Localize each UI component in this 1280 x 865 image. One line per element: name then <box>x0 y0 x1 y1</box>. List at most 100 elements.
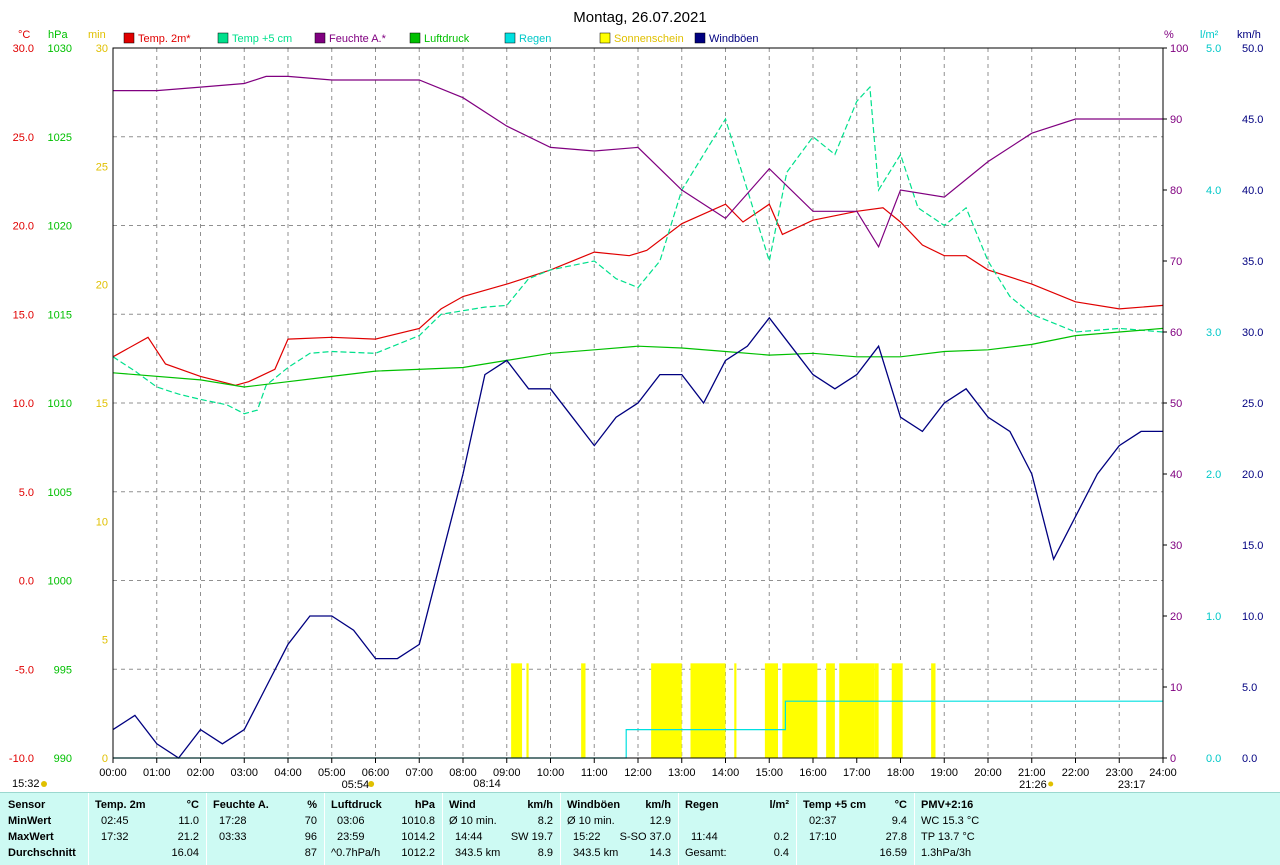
time-tick: 19:00 <box>930 767 958 779</box>
pressure-min-value: 1010.8 <box>401 815 435 827</box>
temp-unit-label: °C <box>18 29 30 41</box>
humidity-max-value: 96 <box>304 831 317 843</box>
wind-tick: 0.0 <box>1242 753 1257 765</box>
humidity-tick: 20 <box>1170 611 1182 623</box>
pressure-tick: 1000 <box>48 576 72 588</box>
wind-tick: 10.0 <box>1242 611 1263 623</box>
wind-avg-value: 8.9 <box>537 847 553 859</box>
temp5-min-time: 02:37 <box>809 815 837 827</box>
temp-max-value: 21.2 <box>177 831 199 843</box>
humidity-tick: 0 <box>1170 753 1176 765</box>
time-tick: 10:00 <box>537 767 565 779</box>
wind-tick: 5.0 <box>1242 682 1257 694</box>
sunset-label: 21:26 <box>1019 779 1047 791</box>
pressure-min-time: 03:06 <box>337 815 365 827</box>
pressure-tick: 1025 <box>48 132 72 144</box>
rain-tick: 5.0 <box>1206 43 1221 55</box>
humidity-tick: 70 <box>1170 256 1182 268</box>
legend-swatch <box>504 32 516 44</box>
pressure-avg-value: 1012.2 <box>401 847 435 859</box>
pressure-tick: 995 <box>54 664 72 676</box>
row-max-label: MaxWert <box>8 831 54 843</box>
gust-avg10-value: 12.9 <box>649 815 671 827</box>
rain-unit-label: l/m² <box>1200 29 1219 41</box>
temp-tick: 0.0 <box>19 576 34 588</box>
humidity-tick: 60 <box>1170 327 1182 339</box>
rain-tick: 4.0 <box>1206 185 1221 197</box>
rain-tick: 0.0 <box>1206 753 1221 765</box>
pressure-tick: 1010 <box>48 398 72 410</box>
gust-distance: 343.5 km <box>573 847 619 859</box>
temp-tick: 30.0 <box>13 43 34 55</box>
sunshine-bar <box>581 663 586 758</box>
sunshine-bar <box>891 663 903 758</box>
sunrise-label: 05:54 <box>342 779 370 791</box>
left-time-label: 15:32 <box>12 778 40 790</box>
wind-unit: km/h <box>527 799 553 811</box>
statistics-table: Sensor MinWert MaxWert Durchschnitt Temp… <box>0 792 1280 865</box>
humidity-tick: 40 <box>1170 469 1182 481</box>
pmv-pressure-trend: 1.3hPa/3h <box>921 847 972 859</box>
stats-col-rain: Regen l/m² 11:44 0.2 Gesamt: 0.4 <box>678 793 797 865</box>
wind-tick: 40.0 <box>1242 185 1263 197</box>
legend-label: Regen <box>519 33 551 45</box>
temp5-unit: °C <box>894 799 907 811</box>
legend-label: Sonnenschein <box>614 33 684 45</box>
time-tick: 21:00 <box>1018 767 1046 779</box>
time-tick: 05:00 <box>318 767 346 779</box>
stats-col-temp: Temp. 2m °C 02:45 11.0 17:32 21.2 16.04 <box>88 793 207 865</box>
rain-event-label: 23:17 <box>1118 779 1146 791</box>
temp-max-time: 17:32 <box>101 831 129 843</box>
legend: Temp. 2m* Temp +5 cm Feuchte A.* Luftdruck R… <box>123 32 759 45</box>
sunrise-icon <box>368 781 375 787</box>
sun-tick: 25 <box>96 161 108 173</box>
legend-swatch <box>314 32 326 44</box>
humidity-max-time: 03:33 <box>219 831 247 843</box>
sunshine-bar <box>764 663 778 758</box>
pressure-tick: 1015 <box>48 309 72 321</box>
stats-col-wind: Wind km/h Ø 10 min. 8.2 14:44 SW 19.7 343.5… <box>442 793 561 865</box>
rain-header: Regen <box>685 799 719 811</box>
sunshine-bar <box>782 663 818 758</box>
temp5-max-time: 17:10 <box>809 831 837 843</box>
sun-tick: 20 <box>96 280 108 292</box>
sensor-header: Sensor <box>8 799 46 811</box>
rain-tick: 3.0 <box>1206 327 1221 339</box>
wind-tick: 15.0 <box>1242 540 1263 552</box>
sunshine-bar <box>826 663 835 758</box>
sunshine-bar <box>511 663 523 758</box>
time-tick: 03:00 <box>230 767 258 779</box>
legend-label: Feuchte A.* <box>329 33 387 45</box>
humidity-tick: 90 <box>1170 114 1182 126</box>
chart-title: Montag, 26.07.2021 <box>573 9 706 26</box>
time-tick: 18:00 <box>887 767 915 779</box>
temp-tick: 20.0 <box>13 221 34 233</box>
sun-marker-icon <box>41 781 47 787</box>
rain-total-label: Gesamt: <box>685 847 727 859</box>
wind-tick: 25.0 <box>1242 398 1263 410</box>
legend-swatch <box>694 32 706 44</box>
stats-col-pressure: Luftdruck hPa 03:06 1010.8 23:59 1014.2 ^0.… <box>324 793 443 865</box>
time-tick: 22:00 <box>1062 767 1090 779</box>
pressure-max-value: 1014.2 <box>401 831 435 843</box>
stats-col-gusts: Windböen km/h Ø 10 min. 12.9 15:22 S-SO 37.… <box>560 793 679 865</box>
humidity-avg-value: 87 <box>304 847 317 859</box>
time-tick: 13:00 <box>668 767 696 779</box>
pressure-tick: 1005 <box>48 487 72 499</box>
temp-tick: 25.0 <box>13 132 34 144</box>
sun-tick: 0 <box>102 753 108 765</box>
pressure-tick: 1030 <box>48 43 72 55</box>
temp5-avg-value: 16.59 <box>879 847 907 859</box>
sun-tick: 30 <box>96 43 108 55</box>
time-tick: 20:00 <box>974 767 1002 779</box>
temp5-max-value: 27.8 <box>885 831 907 843</box>
humidity-unit-label: % <box>1164 29 1174 41</box>
legend-swatch <box>123 32 135 44</box>
stats-col-humidity: Feuchte A.% 17:28 70 03:33 96 87 <box>206 793 325 865</box>
temp-min-time: 02:45 <box>101 815 129 827</box>
time-tick: 15:00 <box>755 767 783 779</box>
legend-swatch <box>599 32 611 44</box>
humidity-tick: 10 <box>1170 682 1182 694</box>
humidity-tick: 100 <box>1170 43 1188 55</box>
rain-tick: 2.0 <box>1206 469 1221 481</box>
